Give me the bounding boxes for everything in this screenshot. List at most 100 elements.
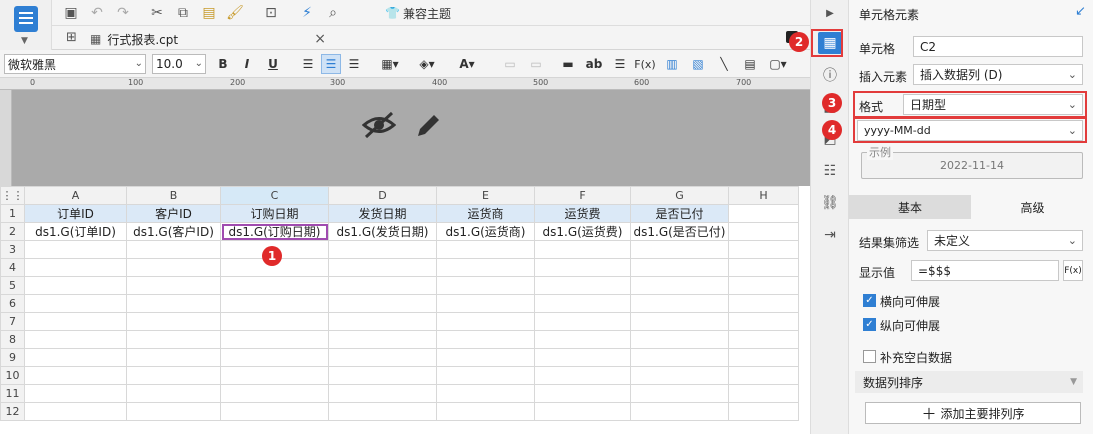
row-header[interactable]: 4 [0, 258, 25, 277]
merge-icon[interactable]: ▭ [500, 54, 520, 74]
filter-select[interactable]: 未定义 ⌄ [927, 230, 1083, 251]
row-header[interactable]: 7 [0, 312, 25, 331]
property-icon-strip: ▶ ▦ ⓘ ◧ ◩ ☷ ⛓ ⇥ [810, 0, 848, 434]
empty-cell[interactable] [728, 222, 799, 241]
row-header[interactable]: 2 [0, 222, 25, 241]
template-param-icon[interactable]: ⊡ [260, 3, 282, 23]
text-icon[interactable]: ▬ [558, 54, 578, 74]
horizontal-expand-checkbox[interactable]: ✓ [863, 294, 876, 307]
grid-view-icon[interactable]: ⊞ [66, 30, 77, 45]
data-cell-selected[interactable]: ds1.G(订购日期) [220, 222, 329, 241]
align-center-icon[interactable]: ☰ [321, 54, 341, 74]
row-header[interactable]: 6 [0, 294, 25, 313]
paste-icon[interactable]: ▤ [198, 3, 220, 23]
cell-label: 单元格 [859, 42, 896, 56]
table-header-cell[interactable]: 订单ID [24, 204, 127, 223]
table-header-cell[interactable]: 客户ID [126, 204, 221, 223]
unmerge-icon[interactable]: ▭ [526, 54, 546, 74]
save-icon[interactable]: ▣ [60, 3, 82, 23]
chevron-down-icon: ⌄ [1067, 234, 1077, 247]
sort-section-header[interactable]: 数据列排序 ▼ [855, 371, 1083, 393]
slash-icon[interactable]: ╲ [714, 54, 734, 74]
cell-attribute-icon[interactable]: ⓘ [818, 64, 842, 86]
font-family-select[interactable]: 微软雅黑 ⌄ [4, 54, 146, 74]
column-header[interactable]: H [728, 186, 799, 205]
formula-button[interactable]: F(x) [1063, 260, 1083, 281]
table-header-cell[interactable]: 是否已付 [630, 204, 729, 223]
fill-color-icon[interactable]: ◈▾ [412, 54, 442, 74]
table-header-cell[interactable]: 运货商 [436, 204, 535, 223]
redo-icon[interactable]: ↷ [112, 3, 134, 23]
corner-cell[interactable]: ⋮⋮ [0, 186, 25, 205]
column-header[interactable]: G [630, 186, 729, 205]
insert-element-select[interactable]: 插入数据列 (D) ⌄ [913, 64, 1083, 85]
tab-basic[interactable]: 基本 [849, 195, 971, 219]
cell-name-input[interactable]: C2 [913, 36, 1083, 57]
formula-button[interactable]: F(x) [634, 54, 656, 74]
font-color-icon[interactable]: A▾ [452, 54, 482, 74]
import-icon[interactable]: ⇥ [818, 224, 842, 246]
add-sort-button[interactable]: ＋ 添加主要排列序 [865, 402, 1081, 424]
text-ab-button[interactable]: ab [584, 54, 604, 74]
format-painter-icon[interactable]: 🖌 [224, 3, 246, 23]
row-header[interactable]: 12 [0, 402, 25, 421]
vertical-expand-checkbox[interactable]: ✓ [863, 318, 876, 331]
image-icon[interactable]: ▧ [688, 54, 708, 74]
table-header-cell[interactable]: 订购日期 [220, 204, 329, 223]
chart-icon[interactable]: ▥ [662, 54, 682, 74]
row-header[interactable]: 10 [0, 366, 25, 385]
pin-icon[interactable]: ↙ [1075, 4, 1086, 19]
align-right-icon[interactable]: ☰ [344, 54, 364, 74]
data-cell[interactable]: ds1.G(是否已付) [630, 222, 729, 241]
column-header[interactable]: A [24, 186, 127, 205]
row-header[interactable]: 9 [0, 348, 25, 367]
column-header[interactable]: D [328, 186, 437, 205]
copy-icon[interactable]: ⧉ [172, 3, 194, 23]
column-header[interactable]: E [436, 186, 535, 205]
link-icon[interactable]: ⛓ [818, 192, 842, 214]
fill-blank-checkbox[interactable] [863, 350, 876, 363]
eye-off-icon[interactable] [361, 110, 397, 140]
data-cell[interactable]: ds1.G(发货日期) [328, 222, 437, 241]
italic-button[interactable]: I [238, 54, 256, 74]
column-header[interactable]: B [126, 186, 221, 205]
tab-advanced[interactable]: 高级 [971, 195, 1093, 219]
close-icon[interactable]: × [314, 31, 326, 47]
data-cell[interactable]: ds1.G(客户ID) [126, 222, 221, 241]
table-header-cell[interactable]: 发货日期 [328, 204, 437, 223]
plugin-icon[interactable]: ⚡ [296, 3, 318, 23]
chevron-down-icon[interactable]: ▼ [21, 36, 28, 46]
richtext-icon[interactable]: ☰ [610, 54, 630, 74]
data-cell[interactable]: ds1.G(运货费) [534, 222, 631, 241]
template-icon[interactable] [14, 6, 38, 32]
preview-icon[interactable]: ⌕ [322, 3, 344, 23]
column-header[interactable]: F [534, 186, 631, 205]
undo-icon[interactable]: ↶ [86, 3, 108, 23]
display-value-input[interactable]: =$$$ [911, 260, 1059, 281]
panel-title: 单元格元素 [859, 8, 920, 22]
font-size-select[interactable]: 10.0 ⌄ [152, 54, 206, 74]
bold-button[interactable]: B [214, 54, 232, 74]
row-header[interactable]: 11 [0, 384, 25, 403]
cell-border-icon[interactable]: ▢▾ [766, 54, 790, 74]
data-cell[interactable]: ds1.G(订单ID) [24, 222, 127, 241]
row-header[interactable]: 1 [0, 204, 25, 223]
empty-cell[interactable] [728, 204, 799, 223]
hyperlink-list-icon[interactable]: ☷ [818, 160, 842, 182]
row-header[interactable]: 5 [0, 276, 25, 295]
border-icon[interactable]: ▦▾ [376, 54, 404, 74]
sort-label: 数据列排序 [863, 375, 924, 390]
table-header-cell[interactable]: 运货费 [534, 204, 631, 223]
align-left-icon[interactable]: ☰ [298, 54, 318, 74]
subreport-icon[interactable]: ▤ [740, 54, 760, 74]
cut-icon[interactable]: ✂ [146, 3, 168, 23]
compat-theme-button[interactable]: 👕 兼容主题 [378, 3, 458, 23]
column-header-selected[interactable]: C [220, 186, 329, 205]
row-header[interactable]: 3 [0, 240, 25, 259]
data-cell[interactable]: ds1.G(运货商) [436, 222, 535, 241]
file-tab[interactable]: ▦ 行式报表.cpt × [90, 28, 326, 50]
edit-icon[interactable] [414, 110, 444, 140]
row-header[interactable]: 8 [0, 330, 25, 349]
chevron-right-icon[interactable]: ▶ [818, 2, 842, 24]
underline-button[interactable]: U [264, 54, 282, 74]
